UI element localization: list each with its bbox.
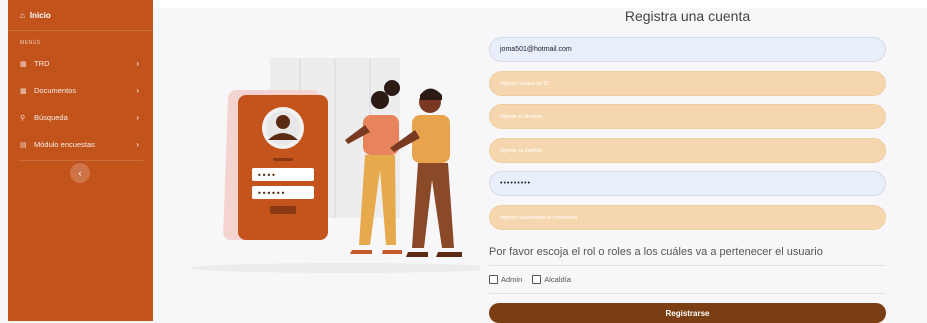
roles-group: Admin Alcaldía bbox=[489, 275, 571, 284]
nombre-field[interactable]: Ingrese su Nombre bbox=[489, 104, 886, 129]
pin-mask-2: •••••• bbox=[257, 189, 285, 198]
chevron-left-icon: ‹ bbox=[78, 168, 82, 178]
folder-icon: ▦ bbox=[20, 87, 27, 95]
search-icon: ⚲ bbox=[20, 114, 26, 122]
man-figure bbox=[390, 88, 462, 257]
sidebar-item-modulo-encuestas[interactable]: ▤ Módulo encuestas › bbox=[8, 131, 153, 158]
email-value: joma501@hotmail.com bbox=[500, 46, 572, 53]
sidebar: ⌂ Inicio MENÚS ▦ TRD › ▦ Documentos › ⚲ … bbox=[8, 0, 153, 321]
chevron-right-icon: › bbox=[136, 86, 139, 95]
chevron-right-icon: › bbox=[136, 140, 139, 149]
top-bar bbox=[153, 0, 927, 8]
sidebar-item-label: Documentos bbox=[34, 86, 77, 95]
role-alcaldia[interactable]: Alcaldía bbox=[532, 275, 571, 284]
home-icon: ⌂ bbox=[20, 10, 25, 20]
sidebar-item-busqueda[interactable]: ⚲ Búsqueda › bbox=[8, 104, 153, 131]
sidebar-item-trd[interactable]: ▦ TRD › bbox=[8, 50, 153, 77]
sidebar-section-label: MENÚS bbox=[20, 40, 41, 46]
checkbox-alcaldia[interactable] bbox=[532, 275, 542, 284]
divider bbox=[489, 293, 886, 294]
chevron-right-icon: › bbox=[136, 113, 139, 122]
password-value: ••••••••• bbox=[500, 180, 532, 187]
list-icon: ▤ bbox=[20, 141, 27, 149]
role-label: Alcaldía bbox=[544, 275, 571, 284]
chevron-right-icon: › bbox=[136, 59, 139, 68]
sidebar-item-label: Inicio bbox=[29, 10, 51, 20]
signup-illustration: •••• •••••• bbox=[190, 58, 480, 273]
password-confirm-field[interactable]: Ingrese nuevamente la contraseña bbox=[489, 205, 886, 230]
role-label: Admin bbox=[501, 275, 523, 284]
id-field[interactable]: Ingrese número de ID bbox=[489, 71, 886, 96]
sidebar-item-label: TRD bbox=[34, 59, 50, 68]
sidebar-item-documentos[interactable]: ▦ Documentos › bbox=[8, 77, 153, 104]
grid-icon: ▦ bbox=[20, 60, 27, 68]
sidebar-item-label: Búsqueda bbox=[34, 113, 68, 122]
sidebar-item-inicio[interactable]: ⌂ Inicio bbox=[8, 0, 153, 31]
roles-question: Por favor escoja el rol o roles a los cu… bbox=[489, 246, 823, 258]
form-title: Registra una cuenta bbox=[624, 8, 751, 24]
pin-mask-1: •••• bbox=[257, 171, 276, 180]
id-placeholder: Ingrese número de ID bbox=[500, 80, 549, 87]
checkbox-admin[interactable] bbox=[489, 275, 498, 284]
register-button[interactable]: Registrarse bbox=[489, 303, 886, 323]
apellido-placeholder: Ingrese su Apellido bbox=[500, 147, 543, 154]
password-confirm-placeholder: Ingrese nuevamente la contraseña bbox=[500, 214, 577, 221]
apellido-field[interactable]: Ingrese su Apellido bbox=[489, 138, 886, 163]
role-admin[interactable]: Admin bbox=[489, 275, 522, 284]
sidebar-collapse-button[interactable]: ‹ bbox=[70, 163, 90, 183]
divider bbox=[489, 265, 886, 266]
phone-login-icon: •••• •••••• bbox=[238, 95, 328, 240]
sidebar-item-label: Módulo encuestas bbox=[34, 140, 95, 149]
email-field[interactable]: joma501@hotmail.com bbox=[489, 37, 886, 62]
password-field[interactable]: ••••••••• bbox=[489, 171, 886, 196]
nombre-placeholder: Ingrese su Nombre bbox=[500, 113, 543, 120]
sidebar-divider bbox=[18, 160, 143, 161]
